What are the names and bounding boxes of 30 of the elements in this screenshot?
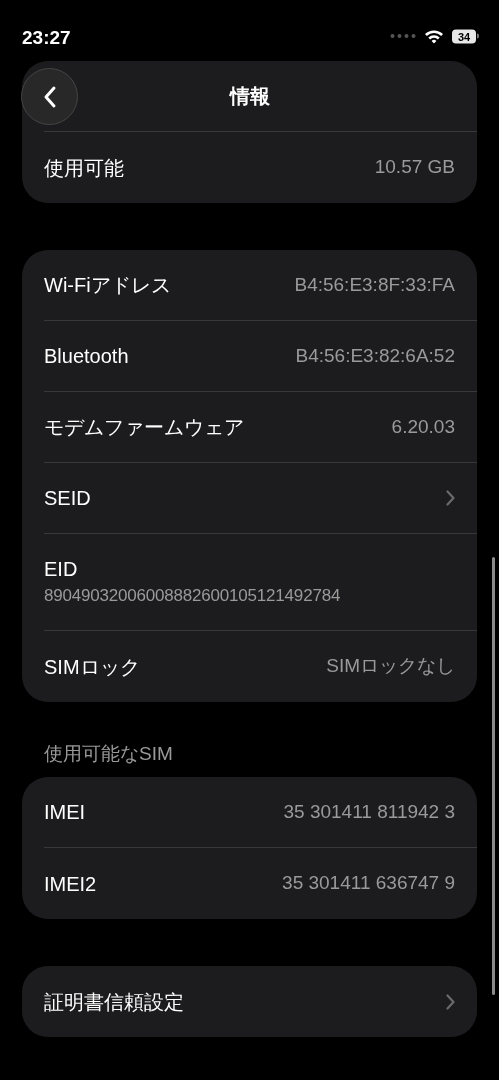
row-label: EID [44, 557, 79, 582]
row-label: 証明書信頼設定 [44, 989, 184, 1015]
chevron-right-icon [446, 490, 455, 506]
row-value: 6.20.03 [391, 414, 455, 439]
signal-dots-icon [390, 33, 416, 39]
row-label: IMEI2 [44, 871, 97, 897]
row-label: Bluetooth [44, 344, 129, 369]
status-time: 23:27 [22, 27, 71, 47]
page-title: 情報 [229, 84, 270, 109]
row-value: 89049032006008882600105121492784 [44, 585, 342, 607]
wifi-icon [424, 28, 444, 44]
row-label: Wi-Fiアドレス [44, 273, 171, 298]
row-value: B4:56:E3:82:6A:52 [295, 343, 455, 368]
row-value: B4:56:E3:8F:33:FA [294, 272, 455, 297]
row-value: SIMロックなし [326, 654, 455, 679]
row-value: 35 301411 636747 9 [282, 871, 455, 896]
section-header: 使用可能なSIM [43, 742, 174, 766]
settings-row[interactable]: SEID [44, 463, 477, 534]
row-value: 10.57 GB [374, 155, 455, 180]
row-label: 使用可能 [44, 155, 124, 181]
row-label: IMEI [44, 800, 86, 825]
settings-row[interactable]: 証明書信頼設定 [44, 966, 477, 1037]
row-label: モデムファームウェア [44, 415, 244, 440]
row-label: SIMロック [44, 654, 140, 680]
battery-icon: 34 [452, 29, 479, 43]
scroll-bar[interactable] [492, 557, 495, 995]
row-value: 35 301411 811942 3 [283, 799, 455, 824]
chevron-right-icon [446, 993, 455, 1010]
row-label: SEID [44, 486, 91, 511]
back-chevron-icon [42, 84, 57, 109]
